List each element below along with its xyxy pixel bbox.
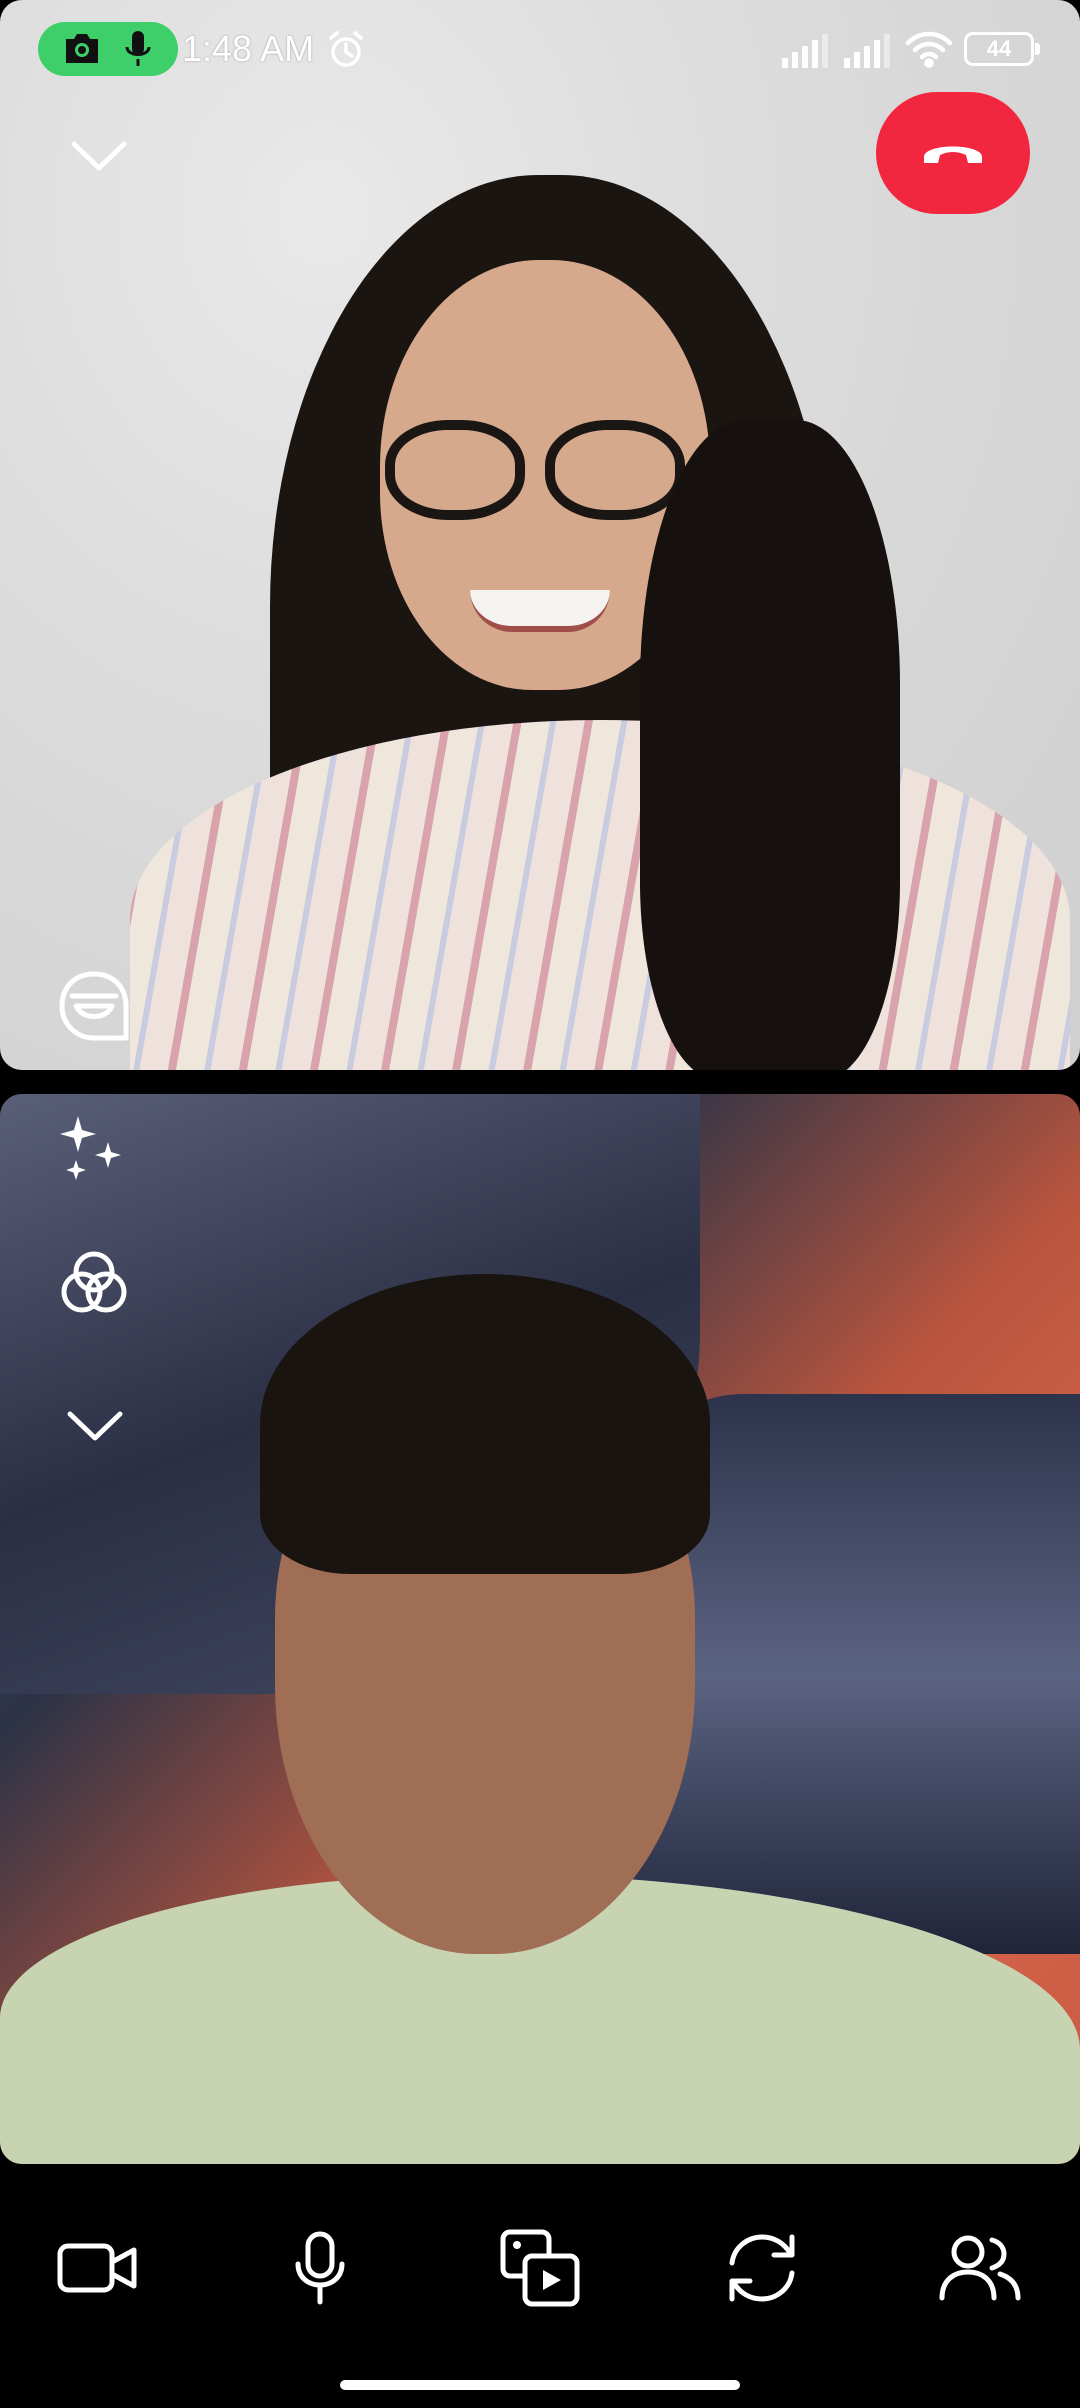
glasses-lens (385, 420, 525, 520)
self-video-tile[interactable] (0, 1094, 1080, 2164)
add-people-icon (938, 2232, 1022, 2304)
flip-camera-button[interactable] (712, 2218, 812, 2318)
alarm-icon (326, 30, 366, 70)
remote-participant-hair (640, 420, 900, 1070)
media-share-icon (499, 2228, 581, 2308)
collapse-chevron-icon[interactable] (60, 1400, 130, 1450)
sticker-icon[interactable] (54, 966, 134, 1046)
microphone-toggle-button[interactable] (270, 2218, 370, 2318)
self-participant-hair (260, 1274, 710, 1574)
filters-icon[interactable] (56, 1246, 132, 1322)
signal-icon (780, 34, 834, 68)
clock: 1:48 AM (182, 28, 315, 69)
status-bar: 1:48 AM 44 (0, 0, 1080, 100)
wifi-icon (904, 30, 954, 68)
camera-toggle-button[interactable] (48, 2218, 148, 2318)
flip-camera-icon (722, 2229, 802, 2307)
collapse-chevron-icon[interactable] (64, 130, 134, 180)
battery-icon: 44 (964, 32, 1040, 66)
home-indicator[interactable] (340, 2380, 740, 2390)
call-toolbar (0, 2164, 1080, 2408)
participants-button[interactable] (930, 2218, 1030, 2318)
effects-sparkle-icon[interactable] (56, 1112, 132, 1188)
microphone-icon (122, 29, 154, 69)
microphone-icon (290, 2230, 350, 2306)
end-call-icon (920, 133, 986, 173)
privacy-indicator[interactable] (38, 22, 178, 76)
camera-icon (62, 31, 102, 67)
glasses-lens (545, 420, 685, 520)
signal-icon (842, 34, 896, 68)
end-call-button[interactable] (876, 92, 1030, 214)
video-camera-icon (56, 2236, 140, 2300)
share-media-button[interactable] (490, 2218, 590, 2318)
smile (470, 590, 610, 632)
